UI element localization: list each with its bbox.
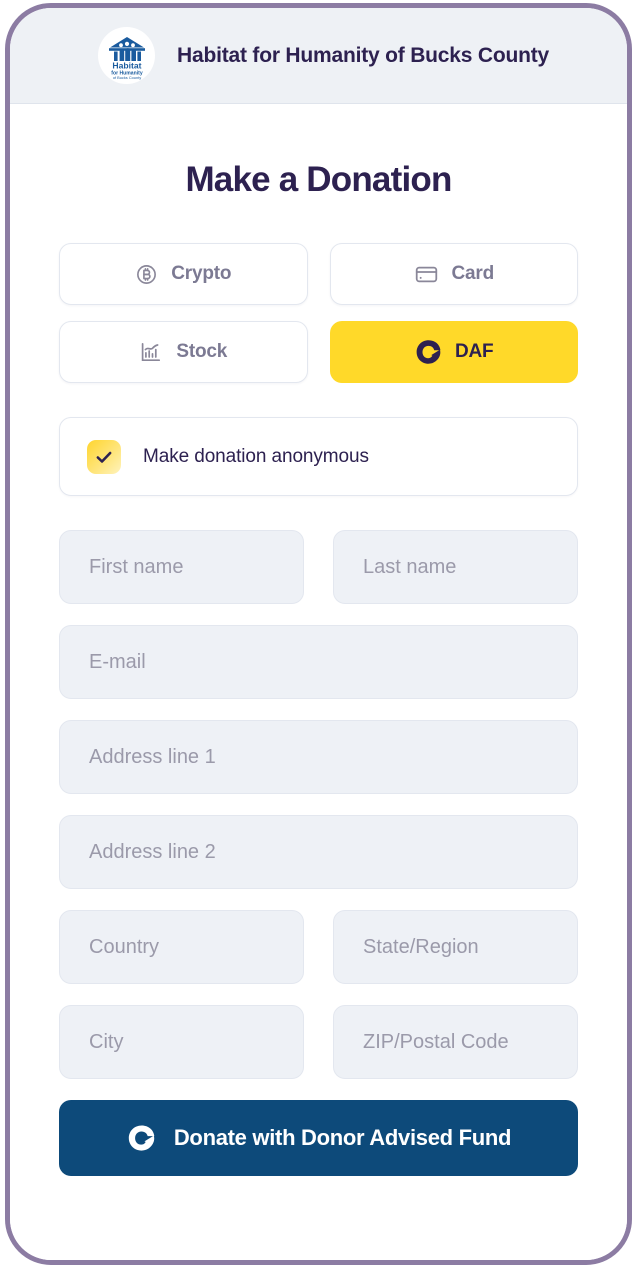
donation-widget-frame: Habitat for Humanity of Bucks County Hab… [5, 3, 632, 1265]
stock-chart-icon [139, 340, 163, 364]
habitat-for-humanity-logo-icon: Habitat for Humanity of Bucks County [98, 27, 155, 84]
anonymous-label: Make donation anonymous [143, 445, 369, 467]
donate-submit-label: Donate with Donor Advised Fund [173, 1125, 512, 1150]
email-row [59, 625, 578, 699]
country-state-row [59, 910, 578, 984]
daf-spiral-icon [414, 338, 442, 366]
country-input[interactable] [59, 910, 304, 984]
credit-card-icon [414, 262, 439, 287]
anonymous-checkbox[interactable] [87, 439, 121, 474]
payment-method-crypto[interactable]: Crypto [59, 243, 308, 305]
name-row [59, 530, 578, 604]
payment-method-stock[interactable]: Stock [59, 321, 308, 383]
address1-row [59, 720, 578, 794]
donation-form-body: Make a Donation Crypto Card Stock DAF Ma… [10, 160, 627, 1260]
email-input[interactable] [59, 625, 578, 699]
payment-method-card[interactable]: Card [329, 243, 578, 305]
last-name-input[interactable] [333, 530, 578, 604]
payment-method-label: Crypto [171, 263, 232, 284]
zip-postal-code-input[interactable] [333, 1005, 578, 1079]
city-input[interactable] [59, 1005, 304, 1079]
payment-method-label: Stock [176, 341, 228, 362]
daf-spiral-icon [126, 1123, 156, 1153]
state-region-input[interactable] [333, 910, 578, 984]
bitcoin-icon [135, 263, 158, 286]
organization-name: Habitat for Humanity of Bucks County [177, 43, 549, 67]
payment-method-label: Card [451, 263, 495, 284]
logo-wordmark-habitat: Habitat [112, 60, 141, 70]
anonymous-donation-row[interactable]: Make donation anonymous [59, 417, 578, 496]
payment-method-selector: Crypto Card Stock DAF [59, 243, 578, 383]
app-header: Habitat for Humanity of Bucks County Hab… [10, 8, 627, 104]
address-line-2-input[interactable] [59, 815, 578, 889]
address-line-1-input[interactable] [59, 720, 578, 794]
checkmark-icon [96, 451, 112, 463]
page-title: Make a Donation [185, 160, 452, 199]
donate-submit-button[interactable]: Donate with Donor Advised Fund [59, 1100, 578, 1176]
address2-row [59, 815, 578, 889]
first-name-input[interactable] [59, 530, 304, 604]
payment-method-label: DAF [455, 341, 494, 362]
payment-method-daf[interactable]: DAF [329, 321, 578, 383]
logo-wordmark-locale: of Bucks County [112, 75, 140, 80]
donor-info-form [59, 530, 578, 1079]
city-zip-row [59, 1005, 578, 1079]
